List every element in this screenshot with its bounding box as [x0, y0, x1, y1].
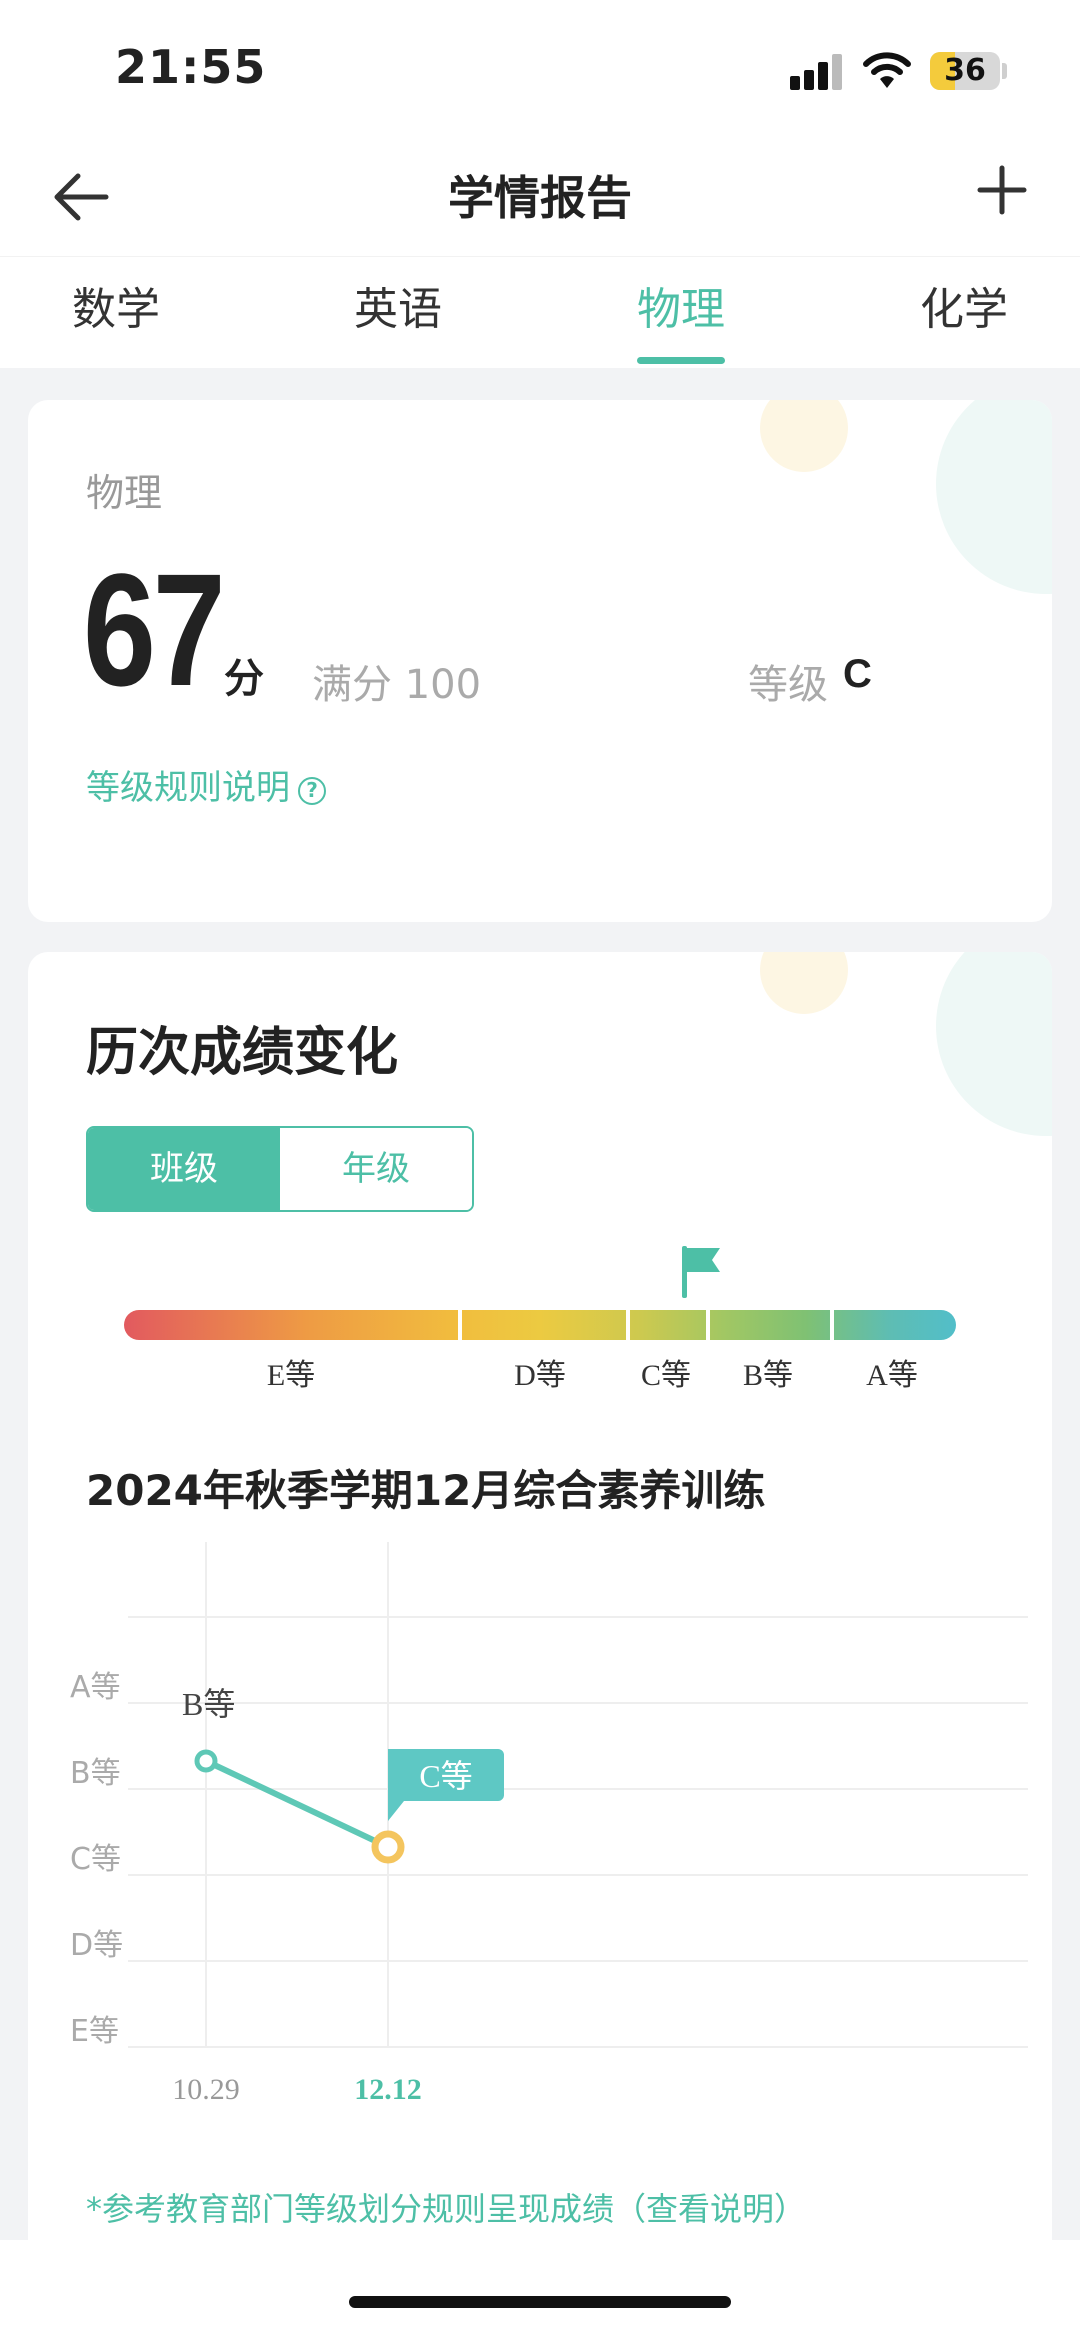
score-card: 物理 67 分 满分 100 等级 C 等级规则说明?	[28, 400, 1052, 922]
grade-rules-link[interactable]: 等级规则说明?	[86, 760, 326, 809]
decor-circle	[760, 400, 848, 472]
tab-english[interactable]: 英语	[354, 257, 442, 369]
grade-scale-label: E等	[266, 1359, 316, 1392]
question-icon: ?	[298, 777, 326, 805]
toggle-class[interactable]: 班级	[88, 1128, 280, 1210]
wifi-icon	[863, 52, 911, 88]
grade-scale-label: C等	[640, 1359, 692, 1392]
grade-divider	[458, 1306, 462, 1344]
plus-icon[interactable]	[972, 160, 1032, 220]
tab-chemistry[interactable]: 化学	[920, 257, 1008, 369]
score-unit: 分	[224, 656, 264, 702]
y-tick-label: E等	[70, 2014, 119, 2049]
trend-card: 历次成绩变化 班级 年级 E等 D等 C等 B等 A等 2024年秋季学期12月…	[28, 952, 1052, 2337]
tab-active-indicator	[637, 357, 725, 364]
grade-scale-label: D等	[514, 1359, 566, 1392]
y-tick-label: A等	[70, 1670, 121, 1705]
series-line	[203, 1758, 391, 1850]
page-title: 学情报告	[448, 171, 632, 225]
grade-scale-label: B等	[742, 1359, 794, 1392]
data-point	[194, 1749, 218, 1773]
grade-divider	[830, 1306, 834, 1344]
y-tick-label: B等	[70, 1756, 121, 1791]
grade-rules-link-label: 等级规则说明	[86, 768, 290, 808]
point-label: C等	[419, 1758, 472, 1794]
status-bar: 21:55 36	[0, 0, 1080, 140]
battery-level: 36	[944, 53, 986, 88]
score-value: 67	[83, 540, 226, 719]
section-title: 历次成绩变化	[86, 1023, 399, 1083]
home-indicator	[349, 2296, 731, 2308]
decor-circle	[760, 952, 848, 1014]
grade-divider	[706, 1306, 710, 1344]
x-tick-label: 10.29	[172, 2073, 240, 2106]
tab-math[interactable]: 数学	[72, 257, 160, 369]
y-tick-label: D等	[70, 1928, 123, 1963]
decor-circle	[936, 400, 1052, 594]
decor-circle	[936, 952, 1052, 1136]
grade-trend-chart: E等 D等 C等 B等 A等 10.29 12.12 B等 C等	[70, 1542, 1028, 2106]
battery-icon: 36	[930, 52, 1000, 90]
bottom-safe-area	[0, 2240, 1080, 2337]
tab-physics[interactable]: 物理	[637, 257, 725, 369]
signal-icon	[790, 54, 846, 90]
battery-tip	[1002, 63, 1007, 79]
toggle-grade[interactable]: 年级	[280, 1128, 472, 1210]
nav-header: 学情报告	[0, 140, 1080, 256]
flag-icon	[682, 1246, 720, 1298]
grade-divider	[626, 1306, 630, 1344]
scope-toggle: 班级 年级	[86, 1126, 474, 1212]
grading-disclaimer-link[interactable]: *参考教育部门等级划分规则呈现成绩（查看说明）	[86, 2184, 806, 2230]
y-tick-label: C等	[70, 1842, 121, 1877]
data-point	[371, 1830, 405, 1864]
subject-tabs: 数学 英语 物理 化学	[0, 256, 1080, 368]
grade-scale-label: A等	[866, 1359, 918, 1392]
grade-label: 等级	[748, 662, 828, 708]
point-label: B等	[182, 1686, 235, 1722]
status-time: 21:55	[115, 40, 267, 94]
subject-name: 物理	[86, 471, 163, 515]
x-tick-label: 12.12	[354, 2073, 422, 2106]
grade-value: C	[843, 652, 872, 696]
full-score: 满分 100	[312, 662, 482, 708]
exam-title: 2024年秋季学期12月综合素养训练	[86, 1466, 766, 1515]
